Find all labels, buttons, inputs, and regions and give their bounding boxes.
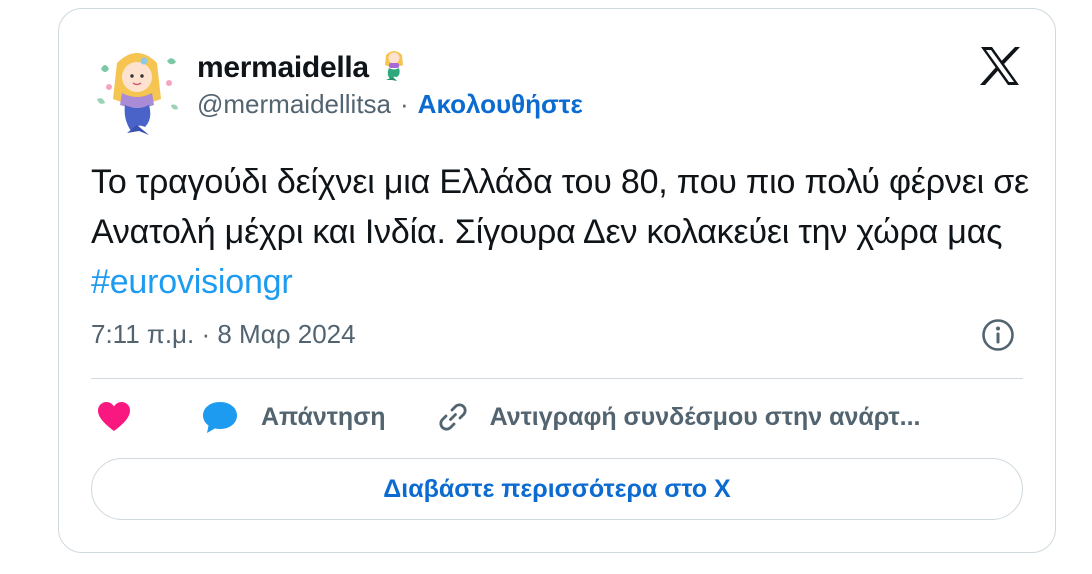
speech-bubble-icon	[203, 402, 237, 433]
author-handle-row: @mermaidellitsa · Ακολουθήστε	[197, 89, 583, 120]
like-button[interactable]	[97, 401, 131, 433]
info-icon[interactable]	[981, 318, 1015, 352]
post-body: Το τραγούδι δείχνει μια Ελλάδα του 80, π…	[91, 163, 1029, 251]
copy-link-label: Αντιγραφή συνδέσμου στην ανάρτ...	[489, 402, 921, 431]
heart-icon	[98, 402, 130, 431]
x-logo-icon[interactable]	[977, 43, 1023, 89]
mermaid-emoji-icon	[377, 47, 411, 89]
author-handle[interactable]: @mermaidellitsa	[197, 89, 391, 120]
mermaid-avatar-illustration	[87, 39, 187, 139]
follow-link[interactable]: Ακολουθήστε	[418, 89, 583, 120]
separator-dot: ·	[400, 89, 409, 119]
post-timestamp[interactable]: 7:11 π.μ. · 8 Μαρ 2024	[91, 319, 356, 350]
read-more-button[interactable]: Διαβάστε περισσότερα στο X	[91, 458, 1023, 520]
read-more-label: Διαβάστε περισσότερα στο X	[383, 474, 731, 503]
reply-button[interactable]: Απάντηση	[201, 400, 386, 434]
author-name-row[interactable]: mermaidella	[197, 47, 411, 89]
post-text: Το τραγούδι δείχνει μια Ελλάδα του 80, π…	[91, 157, 1031, 307]
hashtag-link[interactable]: #eurovisiongr	[91, 263, 293, 301]
author-display-name[interactable]: mermaidella	[197, 51, 369, 85]
action-bar: Απάντηση Αντιγραφή συνδέσμου στην ανάρτ.…	[97, 397, 921, 437]
divider	[91, 378, 1023, 379]
embedded-post-card: mermaidella @mermaidellitsa · Ακολουθήστ…	[58, 8, 1056, 553]
reply-label: Απάντηση	[261, 402, 386, 431]
avatar[interactable]	[87, 39, 187, 139]
copy-link-button[interactable]: Αντιγραφή συνδέσμου στην ανάρτ...	[436, 400, 921, 434]
link-icon	[439, 403, 467, 431]
